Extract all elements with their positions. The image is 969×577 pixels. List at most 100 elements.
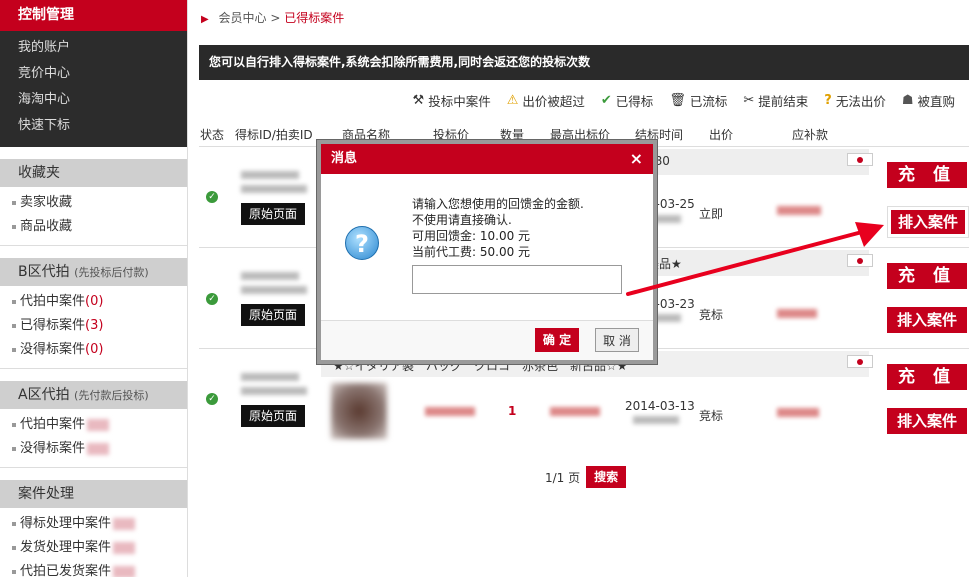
sidebar-b-zone-title: B区代拍 (先投标后付款) [0,258,187,286]
sidebar-a-zone-list: 代拍中案件 没得标案件 [0,409,187,468]
queue-case-button[interactable]: 排入案件 [887,307,967,333]
b-zone-title: B区代拍 [18,264,70,280]
a-zone-subtitle: (先付款后投标) [74,389,149,402]
dialog-footer: 确 定 取 消 [321,320,653,360]
bullet-icon [12,545,16,550]
bid-type: 竞标 [699,409,724,423]
bullet-icon [12,521,16,526]
japan-flag-icon [847,153,873,166]
sidebar-item-b-won[interactable]: 已得标案件(3) [0,314,187,338]
sidebar-item-haitao-center[interactable]: 海淘中心 [0,87,187,113]
sidebar-item-a-lost[interactable]: 没得标案件 [0,437,187,461]
count-badge: (3) [85,318,104,333]
blurred-payment [777,206,821,215]
original-page-button[interactable]: 原始页面 [241,203,305,225]
sidebar-item-shipped[interactable]: 代拍已发货案件 [0,560,187,577]
queue-case-button[interactable]: 排入案件 [887,408,967,434]
sidebar-item-quick-bid[interactable]: 快速下标 [0,113,187,139]
notice-bar: 您可以自行排入得标案件,系统会扣除所需费用,同时会返还您的投标次数 [199,45,969,80]
close-icon[interactable]: × [630,144,643,174]
sidebar-favorites-list: 卖家收藏 商品收藏 [0,187,187,246]
message-dialog: 消息 × ? 请输入您想使用的回馈金的金额. 不使用请直接确认. 可用回馈金: … [316,139,658,365]
current-fee-line: 当前代工费: 50.00 元 [412,245,531,259]
recharge-button[interactable]: 充 值 [887,263,967,289]
sidebar-item-auction-center[interactable]: 竞价中心 [0,61,187,87]
filter-label: 被直购 [917,93,955,109]
sidebar-item-b-lost[interactable]: 没得标案件(0) [0,338,187,362]
recharge-button[interactable]: 充 值 [887,364,967,390]
bid-type: 立即 [699,207,724,221]
filter-label: 提前结束 [758,93,809,109]
sidebar-item-b-bidding[interactable]: 代拍中案件(0) [0,290,187,314]
filter-buyout[interactable]: ☗ 被直购 [902,91,955,110]
sidebar-item-account[interactable]: 我的账户 [0,35,187,61]
credit-amount-input[interactable] [412,265,622,294]
filter-label: 投标中案件 [428,93,491,109]
a-zone-title: A区代拍 [18,387,70,403]
sidebar-item-ship-processing[interactable]: 发货处理中案件 [0,536,187,560]
status-filter-bar: ⚒ 投标中案件 ⚠ 出价被超过 ✔ 已得标 🗑 已流标 ✂ 提前结束 ? 无法出价 ☗ 被直购 [413,88,955,112]
blurred-id [241,286,307,294]
filter-bidding[interactable]: ⚒ 投标中案件 [413,91,491,110]
blurred-id [241,171,299,179]
confirm-button[interactable]: 确 定 [535,328,579,352]
sidebar-item-label: 商品收藏 [20,219,73,234]
filter-early-end[interactable]: ✂ 提前结束 [743,91,808,110]
bullet-icon [12,323,16,328]
blurred-count [113,565,136,577]
sidebar-item-label: 已得标案件 [20,318,86,333]
recharge-button[interactable]: 充 值 [887,162,967,188]
sidebar-item-a-bidding[interactable]: 代拍中案件 [0,413,187,437]
sidebar-control-list: 我的账户 竞价中心 海淘中心 快速下标 [0,31,187,147]
blurred-count [87,418,110,431]
original-page-button[interactable]: 原始页面 [241,304,305,326]
blurred-id [241,185,307,193]
sidebar-favorites-title: 收藏夹 [0,159,187,187]
filter-label: 出价被超过 [522,93,585,109]
original-page-button[interactable]: 原始页面 [241,405,305,427]
blurred-time [633,416,679,424]
sidebar-item-goods-fav[interactable]: 商品收藏 [0,215,187,239]
question-icon: ? [824,92,832,108]
blurred-id [241,272,299,280]
cancel-button[interactable]: 取 消 [595,328,639,352]
count-badge: (0) [85,342,104,357]
filter-cannot-bid[interactable]: ? 无法出价 [824,91,886,110]
filter-label: 无法出价 [835,93,886,109]
blurred-count [113,541,136,554]
sidebar-item-label: 卖家收藏 [20,195,73,210]
bid-type: 竞标 [699,308,724,322]
sidebar-item-won-processing[interactable]: 得标处理中案件 [0,512,187,536]
sidebar-item-label: 代拍已发货案件 [20,564,112,577]
product-thumbnail[interactable] [331,383,387,439]
trash-icon: 🗑 [669,92,686,108]
sidebar-item-label: 没得标案件 [20,441,86,456]
blurred-bid-price [425,407,475,416]
queue-case-button[interactable]: 排入案件 [888,207,968,237]
japan-flag-icon [847,355,873,368]
bullet-icon [12,224,16,229]
scissors-icon: ✂ [743,92,755,108]
filter-unsold[interactable]: 🗑 已流标 [669,91,727,110]
filter-outbid[interactable]: ⚠ 出价被超过 [507,91,585,110]
blurred-id [241,373,299,381]
col-status: 状态 [200,128,225,142]
bullet-icon [12,347,16,352]
check-circle-icon: ✓ [206,293,218,305]
available-credit-line: 可用回馈金: 10.00 元 [412,229,531,243]
message-line: 请输入您想使用的回馈金的金额. [412,197,584,211]
filter-won[interactable]: ✔ 已得标 [601,91,653,110]
buyout-icon: ☗ [901,92,914,108]
search-button[interactable]: 搜索 [586,466,627,488]
filter-label: 已流标 [689,93,728,109]
col-id: 得标ID/拍卖ID [235,128,313,142]
breadcrumb-home[interactable]: 会员中心 [219,11,267,25]
end-date: 2014-03-13 [625,399,695,413]
check-circle-icon: ✔ [600,92,612,108]
sidebar-item-label: 得标处理中案件 [20,516,112,531]
dialog-message: 请输入您想使用的回馈金的金额. 不使用请直接确认. 可用回馈金: 10.00 元… [412,196,584,260]
count-badge: (0) [85,294,104,309]
sidebar-item-seller-fav[interactable]: 卖家收藏 [0,191,187,215]
col-payment: 应补款 [792,128,829,142]
dialog-title[interactable]: 消息 [321,144,653,174]
